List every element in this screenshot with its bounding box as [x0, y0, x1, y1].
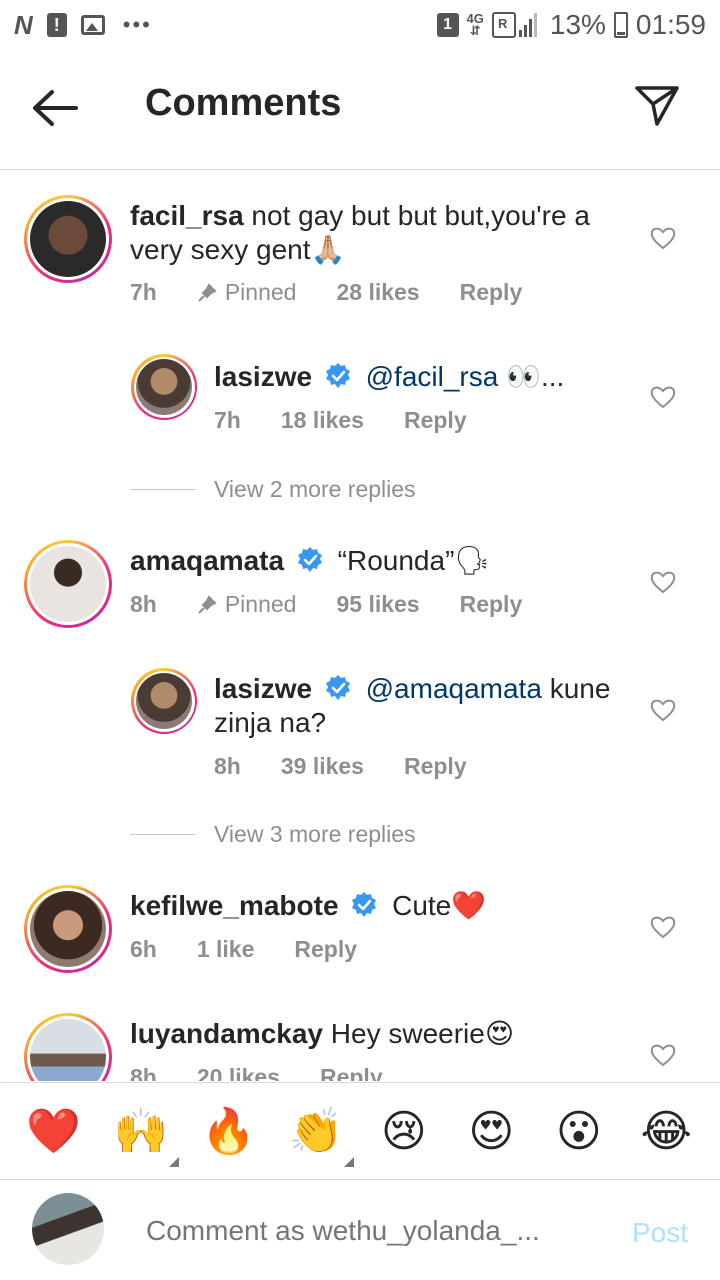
- send-direct-icon[interactable]: [634, 82, 680, 128]
- avatar[interactable]: [24, 1013, 112, 1081]
- back-arrow-icon[interactable]: [30, 88, 80, 128]
- reaction-fire-emoji[interactable]: 🔥: [201, 1103, 257, 1159]
- comment-username[interactable]: amaqamata: [130, 545, 284, 576]
- comment-meta: 8h 39 likes Reply: [214, 753, 467, 780]
- comment-meta: 6h 1 like Reply: [130, 936, 357, 963]
- reaction-surprised-emoji[interactable]: 😮: [551, 1103, 607, 1159]
- status-bar: N ! ••• 1 4G ⇵ R 13% 01:59: [0, 0, 720, 50]
- reply-button[interactable]: Reply: [320, 1064, 383, 1081]
- like-heart-icon[interactable]: [650, 1043, 676, 1067]
- battery-icon: [613, 12, 628, 38]
- like-heart-icon[interactable]: [650, 915, 676, 939]
- likes-count[interactable]: 20 likes: [197, 1064, 280, 1081]
- comment-content: Cute❤️: [392, 890, 487, 921]
- verified-badge-icon: [325, 675, 350, 700]
- likes-count[interactable]: 18 likes: [281, 407, 364, 434]
- notification-n-icon: N: [14, 9, 33, 40]
- reply-button[interactable]: Reply: [404, 753, 467, 780]
- pin-icon: [198, 594, 217, 614]
- avatar[interactable]: [24, 540, 112, 628]
- reply-button[interactable]: Reply: [404, 407, 467, 434]
- comment-time: 7h: [130, 279, 157, 305]
- quick-reactions-bar: ❤️ 🙌 🔥 👏 😢 😍 😮 😂: [0, 1082, 720, 1180]
- app-header: Comments: [0, 50, 720, 170]
- avatar[interactable]: [131, 354, 197, 420]
- comment-username[interactable]: lasizwe: [214, 361, 312, 392]
- avatar[interactable]: [24, 195, 112, 283]
- reply-button[interactable]: Reply: [294, 936, 357, 963]
- view-more-replies[interactable]: View 2 more replies: [130, 476, 416, 503]
- comment-text: lasizwe @facil_rsa 👀...: [214, 360, 614, 394]
- comment-meta: 7h 18 likes Reply: [214, 407, 467, 434]
- comment-text: lasizwe @amaqamata kune zinja na?: [214, 672, 614, 740]
- alert-notification-icon: !: [46, 13, 67, 37]
- comment-time: 8h: [130, 1064, 157, 1081]
- reaction-laugh-emoji[interactable]: 😂: [638, 1103, 694, 1159]
- comments-list[interactable]: facil_rsa not gay but but but,you're a v…: [0, 171, 720, 1081]
- comment-text: amaqamata “Rounda”🗣: [130, 544, 610, 578]
- comment-meta: 7h Pinned 28 likes Reply: [130, 279, 522, 306]
- reply-button[interactable]: Reply: [460, 279, 523, 306]
- view-more-replies[interactable]: View 3 more replies: [130, 821, 416, 848]
- divider: [130, 834, 196, 835]
- verified-badge-icon: [325, 363, 350, 388]
- comment-composer: Post: [0, 1181, 720, 1280]
- comment-input[interactable]: [146, 1215, 586, 1247]
- verified-badge-icon: [297, 547, 322, 572]
- comment-username[interactable]: luyandamckay: [130, 1018, 323, 1049]
- avatar[interactable]: [24, 885, 112, 973]
- signal-icon: R: [491, 12, 537, 38]
- comment-username[interactable]: kefilwe_mabote: [130, 890, 339, 921]
- likes-count[interactable]: 39 likes: [281, 753, 364, 780]
- more-notifications-icon: •••: [122, 12, 152, 37]
- reply-button[interactable]: Reply: [460, 591, 523, 618]
- like-heart-icon[interactable]: [650, 570, 676, 594]
- current-user-avatar: [32, 1193, 104, 1265]
- avatar[interactable]: [131, 668, 197, 734]
- reaction-cry-emoji[interactable]: 😢: [376, 1103, 432, 1159]
- likes-count[interactable]: 28 likes: [336, 279, 419, 306]
- like-heart-icon[interactable]: [650, 226, 676, 250]
- sim-icon: 1: [436, 13, 459, 37]
- likes-count[interactable]: 1 like: [197, 936, 255, 963]
- comment-time: 8h: [130, 591, 157, 617]
- page-title: Comments: [145, 82, 342, 124]
- mention-link[interactable]: @facil_rsa: [366, 361, 499, 392]
- pin-icon: [198, 282, 217, 302]
- clock: 01:59: [635, 9, 706, 40]
- comment-meta: 8h 20 likes Reply: [130, 1064, 383, 1081]
- likes-count[interactable]: 95 likes: [336, 591, 419, 618]
- comment-content: 👀...: [506, 361, 565, 392]
- divider: [130, 489, 196, 490]
- pinned-label: Pinned: [197, 279, 296, 306]
- battery-percent: 13%: [549, 9, 606, 40]
- comment-username[interactable]: facil_rsa: [130, 200, 244, 231]
- reaction-raised-hands-emoji[interactable]: 🙌: [113, 1103, 180, 1167]
- like-heart-icon[interactable]: [650, 698, 676, 722]
- like-heart-icon[interactable]: [650, 385, 676, 409]
- image-notification-icon: [80, 15, 105, 35]
- reaction-clap-emoji[interactable]: 👏: [288, 1103, 355, 1167]
- pinned-label: Pinned: [197, 591, 296, 618]
- comment-meta: 8h Pinned 95 likes Reply: [130, 591, 522, 618]
- comment-text: facil_rsa not gay but but but,you're a v…: [130, 199, 610, 267]
- comment-time: 7h: [214, 407, 241, 433]
- comment-content: Hey sweerie😍: [330, 1018, 515, 1049]
- comment-text: kefilwe_mabote Cute❤️: [130, 889, 610, 923]
- more-variants-icon: [169, 1157, 180, 1167]
- comment-time: 8h: [214, 753, 241, 779]
- comment-username[interactable]: lasizwe: [214, 673, 312, 704]
- mention-link[interactable]: @amaqamata: [366, 673, 542, 704]
- network-type-icon: 4G ⇵: [466, 11, 484, 38]
- reaction-heart-emoji[interactable]: ❤️: [26, 1103, 82, 1159]
- comment-text: luyandamckay Hey sweerie😍: [130, 1017, 610, 1051]
- comment-time: 6h: [130, 936, 157, 962]
- post-button[interactable]: Post: [632, 1217, 688, 1249]
- comment-content: “Rounda”🗣: [337, 545, 490, 576]
- verified-badge-icon: [352, 892, 377, 917]
- more-variants-icon: [344, 1157, 355, 1167]
- reaction-heart-eyes-emoji[interactable]: 😍: [463, 1103, 519, 1159]
- svg-text:R: R: [498, 16, 508, 31]
